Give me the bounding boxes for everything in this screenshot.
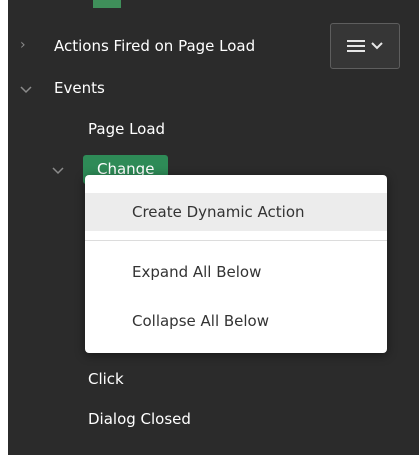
chevron-down-icon [371,42,383,50]
menu-item-collapse-all-below[interactable]: Collapse All Below [85,302,387,340]
menu-separator [85,240,387,241]
tree-node-label: Actions Fired on Page Load [54,37,256,55]
tree-menu-button[interactable] [330,23,400,69]
menu-item-expand-all-below[interactable]: Expand All Below [85,253,387,291]
chevron-down-icon[interactable] [52,166,64,176]
menu-item-label: Create Dynamic Action [132,203,305,221]
context-menu: Create Dynamic Action Expand All Below C… [85,175,387,353]
tree-node-page-load[interactable]: Page Load [88,120,165,138]
tree-node-label: Page Load [88,120,166,138]
menu-item-create-dynamic-action[interactable]: Create Dynamic Action [85,193,387,231]
chevron-right-icon[interactable]: › [20,37,26,53]
tree-node-dialog-closed[interactable]: Dialog Closed [88,410,191,428]
hamburger-menu-icon [347,40,365,52]
tree-node-label: Events [54,79,105,97]
menu-item-label: Expand All Below [132,263,262,281]
tree-node-label: Click [88,370,124,388]
tree-node-label: Dialog Closed [88,410,191,428]
tree-node-events[interactable]: Events [54,79,105,97]
chevron-down-icon[interactable] [20,85,32,95]
selected-node-accent [93,0,121,8]
tree-node-actions-fired[interactable]: Actions Fired on Page Load [54,37,255,55]
tree-node-click[interactable]: Click [88,370,124,388]
menu-item-label: Collapse All Below [132,312,270,330]
